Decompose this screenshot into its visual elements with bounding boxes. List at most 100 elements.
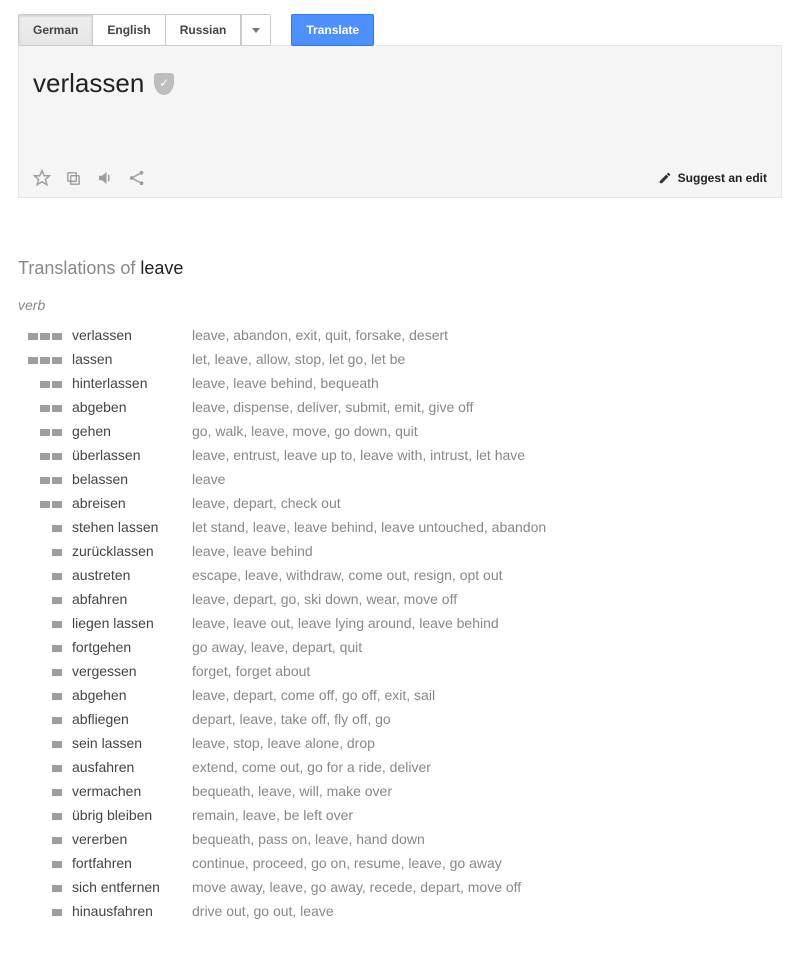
translation-row: überlassenleave, entrust, leave up to, l… (18, 443, 782, 467)
frequency-indicator (18, 765, 72, 772)
translation-term[interactable]: verlassen (72, 327, 192, 343)
frequency-indicator (18, 429, 72, 436)
result-card: verlassen Suggest an edit (18, 45, 782, 198)
frequency-indicator (18, 693, 72, 700)
translation-row: abreisenleave, depart, check out (18, 491, 782, 515)
star-icon[interactable] (33, 169, 51, 187)
translation-meanings: continue, proceed, go on, resume, leave,… (192, 855, 502, 871)
translation-term[interactable]: lassen (72, 351, 192, 367)
translation-meanings: leave, depart, go, ski down, wear, move … (192, 591, 457, 607)
frequency-indicator (18, 477, 72, 484)
copy-icon[interactable] (65, 170, 82, 187)
translate-button[interactable]: Translate (291, 14, 374, 46)
language-tabs: GermanEnglishRussian (18, 14, 271, 46)
translation-meanings: go away, leave, depart, quit (192, 639, 362, 655)
frequency-indicator (18, 861, 72, 868)
translation-row: hinterlassenleave, leave behind, bequeat… (18, 371, 782, 395)
translation-term[interactable]: abreisen (72, 495, 192, 511)
translation-term[interactable]: vermachen (72, 783, 192, 799)
translations-section: Translations of leave verb verlassenleav… (18, 258, 782, 923)
translation-term[interactable]: zurücklassen (72, 543, 192, 559)
language-dropdown-button[interactable] (241, 15, 270, 45)
translation-term[interactable]: hinausfahren (72, 903, 192, 919)
translation-meanings: bequeath, pass on, leave, hand down (192, 831, 425, 847)
section-title-word: leave (140, 258, 183, 278)
translation-row: zurücklassenleave, leave behind (18, 539, 782, 563)
frequency-indicator (18, 381, 72, 388)
translation-term[interactable]: ausfahren (72, 759, 192, 775)
translation-term[interactable]: belassen (72, 471, 192, 487)
translation-row: verlassenleave, abandon, exit, quit, for… (18, 323, 782, 347)
pencil-icon (658, 171, 672, 185)
frequency-indicator (18, 573, 72, 580)
frequency-indicator (18, 597, 72, 604)
frequency-indicator (18, 549, 72, 556)
translation-term[interactable]: sich entfernen (72, 879, 192, 895)
translation-term[interactable]: stehen lassen (72, 519, 192, 535)
translation-row: abgebenleave, dispense, deliver, submit,… (18, 395, 782, 419)
card-footer: Suggest an edit (33, 169, 767, 187)
translation-term[interactable]: überlassen (72, 447, 192, 463)
translation-meanings: leave, leave behind, bequeath (192, 375, 379, 391)
chevron-down-icon (252, 28, 260, 33)
translation-row: ausfahrenextend, come out, go for a ride… (18, 755, 782, 779)
translation-row: belassenleave (18, 467, 782, 491)
frequency-indicator (18, 405, 72, 412)
suggest-edit-button[interactable]: Suggest an edit (658, 171, 767, 185)
translation-row: lassenlet, leave, allow, stop, let go, l… (18, 347, 782, 371)
translation-term[interactable]: fortfahren (72, 855, 192, 871)
translation-row: fortfahrencontinue, proceed, go on, resu… (18, 851, 782, 875)
translation-meanings: bequeath, leave, will, make over (192, 783, 392, 799)
translation-row: hinausfahrendrive out, go out, leave (18, 899, 782, 923)
translation-row: austretenescape, leave, withdraw, come o… (18, 563, 782, 587)
frequency-indicator (18, 645, 72, 652)
frequency-indicator (18, 837, 72, 844)
translation-meanings: leave, depart, check out (192, 495, 341, 511)
translation-meanings: remain, leave, be left over (192, 807, 353, 823)
translation-row: abfahrenleave, depart, go, ski down, wea… (18, 587, 782, 611)
frequency-indicator (18, 453, 72, 460)
language-tab[interactable]: German (19, 15, 93, 45)
translation-term[interactable]: übrig bleiben (72, 807, 192, 823)
frequency-indicator (18, 357, 72, 364)
translations-table: verlassenleave, abandon, exit, quit, for… (18, 323, 782, 923)
translation-meanings: leave, abandon, exit, quit, forsake, des… (192, 327, 448, 343)
share-icon[interactable] (128, 169, 146, 187)
translation-row: vermachenbequeath, leave, will, make ove… (18, 779, 782, 803)
translation-term[interactable]: gehen (72, 423, 192, 439)
translation-term[interactable]: abfliegen (72, 711, 192, 727)
frequency-indicator (18, 813, 72, 820)
language-tab[interactable]: Russian (166, 15, 242, 45)
translation-row: stehen lassenlet stand, leave, leave beh… (18, 515, 782, 539)
translation-term[interactable]: abfahren (72, 591, 192, 607)
frequency-indicator (18, 741, 72, 748)
translation-term[interactable]: liegen lassen (72, 615, 192, 631)
translation-meanings: drive out, go out, leave (192, 903, 334, 919)
listen-icon[interactable] (96, 169, 114, 187)
translation-term[interactable]: austreten (72, 567, 192, 583)
translation-meanings: depart, leave, take off, fly off, go (192, 711, 391, 727)
language-tab[interactable]: English (93, 15, 165, 45)
verified-shield-icon (154, 73, 174, 95)
translation-term[interactable]: abgeben (72, 399, 192, 415)
suggest-edit-label: Suggest an edit (678, 171, 767, 185)
translation-meanings: leave, dispense, deliver, submit, emit, … (192, 399, 473, 415)
translation-term[interactable]: abgehen (72, 687, 192, 703)
translation-term[interactable]: vererben (72, 831, 192, 847)
translation-term[interactable]: hinterlassen (72, 375, 192, 391)
frequency-indicator (18, 669, 72, 676)
translation-meanings: leave, depart, come off, go off, exit, s… (192, 687, 435, 703)
translation-meanings: escape, leave, withdraw, come out, resig… (192, 567, 503, 583)
translation-meanings: forget, forget about (192, 663, 310, 679)
translation-row: fortgehengo away, leave, depart, quit (18, 635, 782, 659)
translation-meanings: extend, come out, go for a ride, deliver (192, 759, 431, 775)
translation-term[interactable]: sein lassen (72, 735, 192, 751)
translation-term[interactable]: vergessen (72, 663, 192, 679)
language-tab-row: GermanEnglishRussian Translate (18, 14, 782, 46)
translation-row: übrig bleibenremain, leave, be left over (18, 803, 782, 827)
translation-row: abgehenleave, depart, come off, go off, … (18, 683, 782, 707)
part-of-speech-label: verb (18, 297, 782, 313)
translation-term[interactable]: fortgehen (72, 639, 192, 655)
frequency-indicator (18, 621, 72, 628)
frequency-indicator (18, 909, 72, 916)
